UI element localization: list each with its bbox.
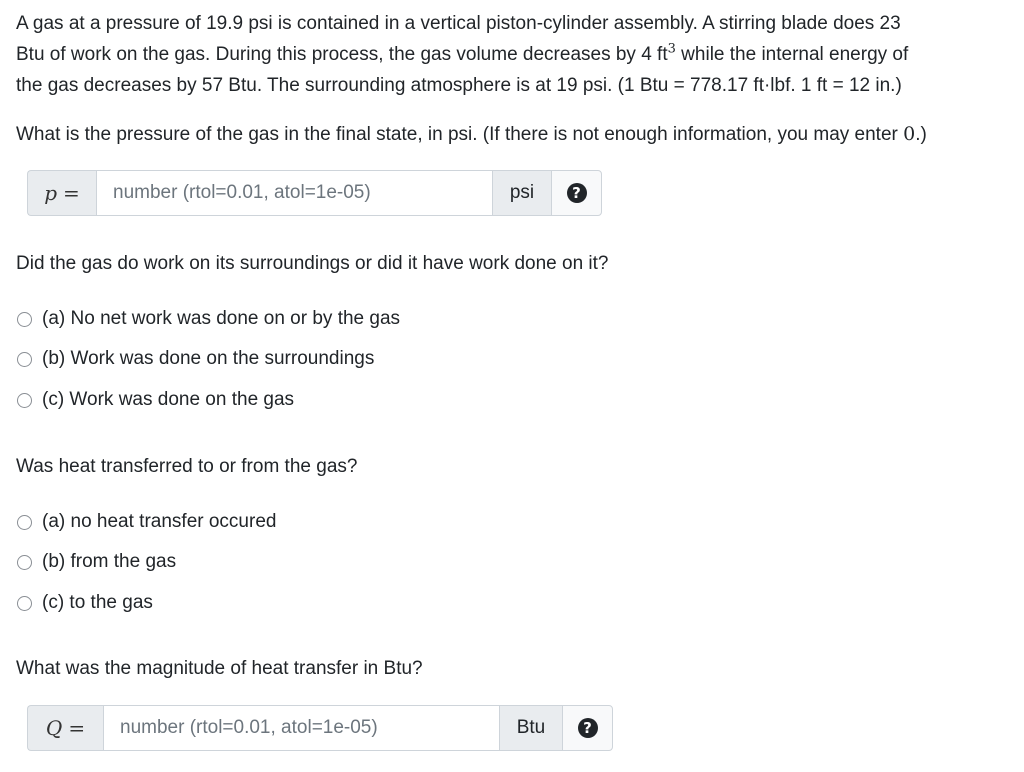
heat-option-b[interactable]: (b) from the gas [17,550,176,574]
cubic-superscript: 3 [667,41,676,57]
equals-sign: = [68,716,86,740]
pressure-help-button[interactable]: ? [551,170,602,216]
pressure-answer-input[interactable] [96,170,492,216]
heat-variable: Q [45,716,63,740]
zero-math: 0 [903,123,916,145]
heat-option-c[interactable]: (c) to the gas [17,591,153,615]
heat-prefix: Q = [27,705,103,751]
work-option-a-label: (a) No net work was done on or by the ga… [42,308,401,329]
problem-statement: A gas at a pressure of 19.9 psi is conta… [16,8,1008,101]
heat-option-a-label: (a) no heat transfer occured [42,511,277,532]
pressure-prefix: p = [27,170,96,216]
question-pressure-label: What is the pressure of the gas in the f… [16,124,904,145]
work-option-b-label: (b) Work was done on the surroundings [42,348,375,369]
problem-line-3: the gas decreases by 57 Btu. The surroun… [16,75,902,96]
heat-input-group: Q= Btu ? [27,705,613,751]
pressure-input-group: p= psi ? [27,170,602,216]
question-circle-icon: ? [577,718,598,738]
radio-button[interactable] [17,554,32,570]
question-pressure-text: What is the pressure of the gas in the f… [16,121,927,148]
heat-help-button[interactable]: ? [562,705,613,751]
radio-button[interactable] [17,595,32,611]
question-heat-direction-text: Was heat transferred to or from the gas? [16,456,358,477]
heat-option-b-label: (b) from the gas [42,551,177,572]
radio-button[interactable] [17,351,32,367]
equals-sign: = [63,181,80,205]
work-option-a[interactable]: (a) No net work was done on or by the ga… [17,307,400,331]
question-page: A gas at a pressure of 19.9 psi is conta… [0,0,1024,772]
problem-line-2-start: Btu of work on the gas. During this proc… [16,44,668,65]
work-option-c[interactable]: (c) Work was done on the gas [17,388,294,412]
problem-line-2-end: while the internal energy of [675,44,909,65]
problem-line-2: Btu of work on the gas. During this proc… [16,39,1008,70]
question-pressure-end: .) [915,124,927,145]
pressure-unit: psi [492,170,551,216]
problem-line-1: A gas at a pressure of 19.9 psi is conta… [16,13,901,34]
pressure-variable: p [44,181,58,205]
radio-button[interactable] [17,392,32,408]
radio-button[interactable] [17,311,32,327]
heat-option-a[interactable]: (a) no heat transfer occured [17,510,276,534]
heat-unit: Btu [499,705,562,751]
question-heat-magnitude-text: What was the magnitude of heat transfer … [16,658,423,679]
radio-button[interactable] [17,514,32,530]
heat-option-c-label: (c) to the gas [42,592,153,613]
heat-answer-input[interactable] [103,705,499,751]
work-option-c-label: (c) Work was done on the gas [42,389,295,410]
question-work-text: Did the gas do work on its surroundings … [16,253,609,274]
work-option-b[interactable]: (b) Work was done on the surroundings [17,347,374,371]
question-circle-icon: ? [566,183,587,203]
